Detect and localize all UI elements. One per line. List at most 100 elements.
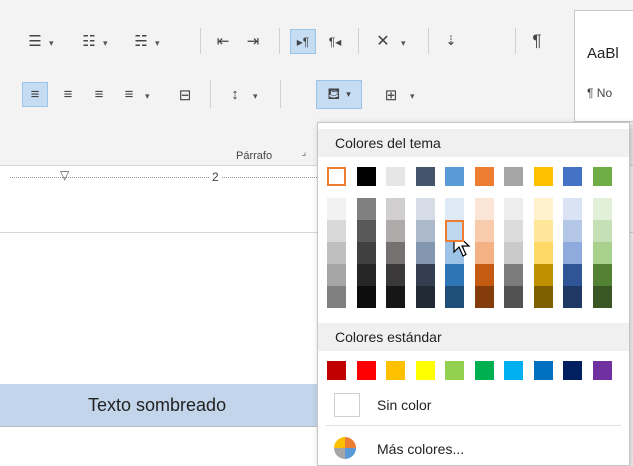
- theme-shade-swatch[interactable]: [327, 198, 346, 220]
- justify-icon[interactable]: ≡: [116, 82, 142, 107]
- asian-layout-icon[interactable]: ✕: [370, 30, 396, 52]
- theme-color-swatch[interactable]: [504, 167, 523, 186]
- theme-shade-swatch[interactable]: [386, 264, 405, 286]
- numbering-dropdown-icon[interactable]: ▾: [103, 38, 108, 49]
- theme-shade-swatch[interactable]: [533, 264, 553, 286]
- theme-shade-swatch[interactable]: [592, 286, 612, 308]
- theme-shade-swatch[interactable]: [563, 242, 582, 264]
- theme-shade-swatch[interactable]: [445, 286, 464, 308]
- theme-color-swatch[interactable]: [327, 167, 346, 186]
- theme-shade-swatch[interactable]: [327, 286, 346, 308]
- theme-shade-swatch[interactable]: [592, 198, 612, 220]
- theme-color-swatch[interactable]: [592, 167, 612, 186]
- theme-shade-swatch[interactable]: [592, 264, 612, 286]
- theme-shade-swatch[interactable]: [504, 264, 523, 286]
- numbering-icon[interactable]: ☷: [78, 30, 100, 52]
- style-gallery[interactable]: AaBl ¶ No: [574, 10, 633, 122]
- standard-color-swatch[interactable]: [504, 361, 523, 380]
- align-left-icon[interactable]: ≡: [22, 82, 48, 107]
- theme-shade-swatch[interactable]: [415, 242, 435, 264]
- shaded-paragraph[interactable]: Texto sombreado: [0, 384, 330, 426]
- theme-shade-swatch[interactable]: [445, 220, 464, 242]
- ltr-direction-icon[interactable]: ▸¶: [290, 29, 316, 54]
- theme-shade-swatch[interactable]: [504, 198, 523, 220]
- theme-shade-swatch[interactable]: [356, 264, 376, 286]
- theme-color-swatch[interactable]: [563, 167, 582, 186]
- theme-shade-swatch[interactable]: [415, 198, 435, 220]
- standard-color-swatch[interactable]: [356, 361, 376, 380]
- theme-shade-swatch[interactable]: [592, 242, 612, 264]
- standard-color-swatch[interactable]: [474, 361, 494, 380]
- multilevel-dropdown-icon[interactable]: ▾: [155, 38, 160, 49]
- theme-shade-swatch[interactable]: [386, 220, 405, 242]
- bullets-icon[interactable]: ☰: [24, 30, 46, 52]
- theme-shade-swatch[interactable]: [474, 264, 494, 286]
- theme-shade-swatch[interactable]: [386, 242, 405, 264]
- shading-button[interactable]: ⛾ ▾: [316, 80, 362, 109]
- theme-shade-swatch[interactable]: [415, 264, 435, 286]
- theme-shade-swatch[interactable]: [356, 220, 376, 242]
- distributed-icon[interactable]: ⊟: [172, 82, 198, 107]
- rtl-direction-icon[interactable]: ¶◂: [322, 29, 348, 54]
- align-center-icon[interactable]: ≡: [55, 82, 81, 107]
- theme-shade-swatch[interactable]: [563, 198, 582, 220]
- theme-color-swatch[interactable]: [415, 167, 435, 186]
- borders-icon[interactable]: ⊞: [380, 82, 402, 107]
- theme-color-swatch[interactable]: [386, 167, 405, 186]
- theme-shade-swatch[interactable]: [474, 220, 494, 242]
- theme-shade-swatch[interactable]: [533, 198, 553, 220]
- theme-shade-swatch[interactable]: [356, 286, 376, 308]
- standard-color-swatch[interactable]: [445, 361, 464, 380]
- increase-indent-icon[interactable]: ⇥: [242, 30, 264, 52]
- theme-shade-swatch[interactable]: [474, 286, 494, 308]
- standard-color-swatch[interactable]: [415, 361, 435, 380]
- show-formatting-icon[interactable]: ¶: [526, 30, 548, 52]
- theme-shade-swatch[interactable]: [504, 242, 523, 264]
- theme-shade-swatch[interactable]: [563, 264, 582, 286]
- theme-shade-swatch[interactable]: [386, 198, 405, 220]
- theme-shade-swatch[interactable]: [474, 242, 494, 264]
- theme-shade-swatch[interactable]: [533, 242, 553, 264]
- theme-shade-swatch[interactable]: [563, 286, 582, 308]
- theme-color-swatch[interactable]: [474, 167, 494, 186]
- theme-color-swatch[interactable]: [356, 167, 376, 186]
- theme-shade-swatch[interactable]: [415, 286, 435, 308]
- theme-shade-swatch[interactable]: [415, 220, 435, 242]
- standard-color-swatch[interactable]: [533, 361, 553, 380]
- theme-shade-swatch[interactable]: [474, 198, 494, 220]
- theme-shade-swatch[interactable]: [504, 286, 523, 308]
- theme-shade-swatch[interactable]: [504, 220, 523, 242]
- sort-icon[interactable]: ⇣: [440, 30, 462, 52]
- dialog-launcher-icon[interactable]: ⌟: [298, 145, 310, 159]
- theme-shade-swatch[interactable]: [592, 220, 612, 242]
- theme-shade-swatch[interactable]: [386, 286, 405, 308]
- line-spacing-dropdown-icon[interactable]: ▾: [253, 91, 258, 102]
- borders-dropdown-icon[interactable]: ▾: [410, 91, 415, 102]
- standard-color-swatch[interactable]: [386, 361, 405, 380]
- justify-dropdown-icon[interactable]: ▾: [145, 91, 150, 102]
- theme-shade-swatch[interactable]: [445, 264, 464, 286]
- theme-shade-swatch[interactable]: [356, 242, 376, 264]
- line-spacing-icon[interactable]: ↕: [222, 82, 248, 107]
- theme-shade-swatch[interactable]: [533, 286, 553, 308]
- theme-shade-swatch[interactable]: [356, 198, 376, 220]
- more-colors-option[interactable]: Más colores...: [326, 435, 621, 463]
- multilevel-list-icon[interactable]: ☵: [130, 30, 152, 52]
- theme-color-swatch[interactable]: [533, 167, 553, 186]
- theme-color-swatch[interactable]: [445, 167, 464, 186]
- asian-layout-dropdown-icon[interactable]: ▾: [401, 38, 406, 49]
- bullets-dropdown-icon[interactable]: ▾: [49, 38, 54, 49]
- indent-marker-icon[interactable]: ▽: [60, 168, 69, 182]
- theme-shade-swatch[interactable]: [563, 220, 582, 242]
- theme-shade-swatch[interactable]: [327, 264, 346, 286]
- theme-shade-swatch[interactable]: [533, 220, 553, 242]
- standard-color-swatch[interactable]: [592, 361, 612, 380]
- theme-shade-swatch[interactable]: [327, 242, 346, 264]
- no-color-option[interactable]: Sin color: [326, 391, 621, 419]
- theme-shade-swatch[interactable]: [327, 220, 346, 242]
- theme-shade-swatch[interactable]: [445, 198, 464, 220]
- standard-color-swatch[interactable]: [563, 361, 582, 380]
- align-right-icon[interactable]: ≡: [86, 82, 112, 107]
- standard-color-swatch[interactable]: [327, 361, 346, 380]
- shading-dropdown-icon[interactable]: ▾: [346, 89, 351, 100]
